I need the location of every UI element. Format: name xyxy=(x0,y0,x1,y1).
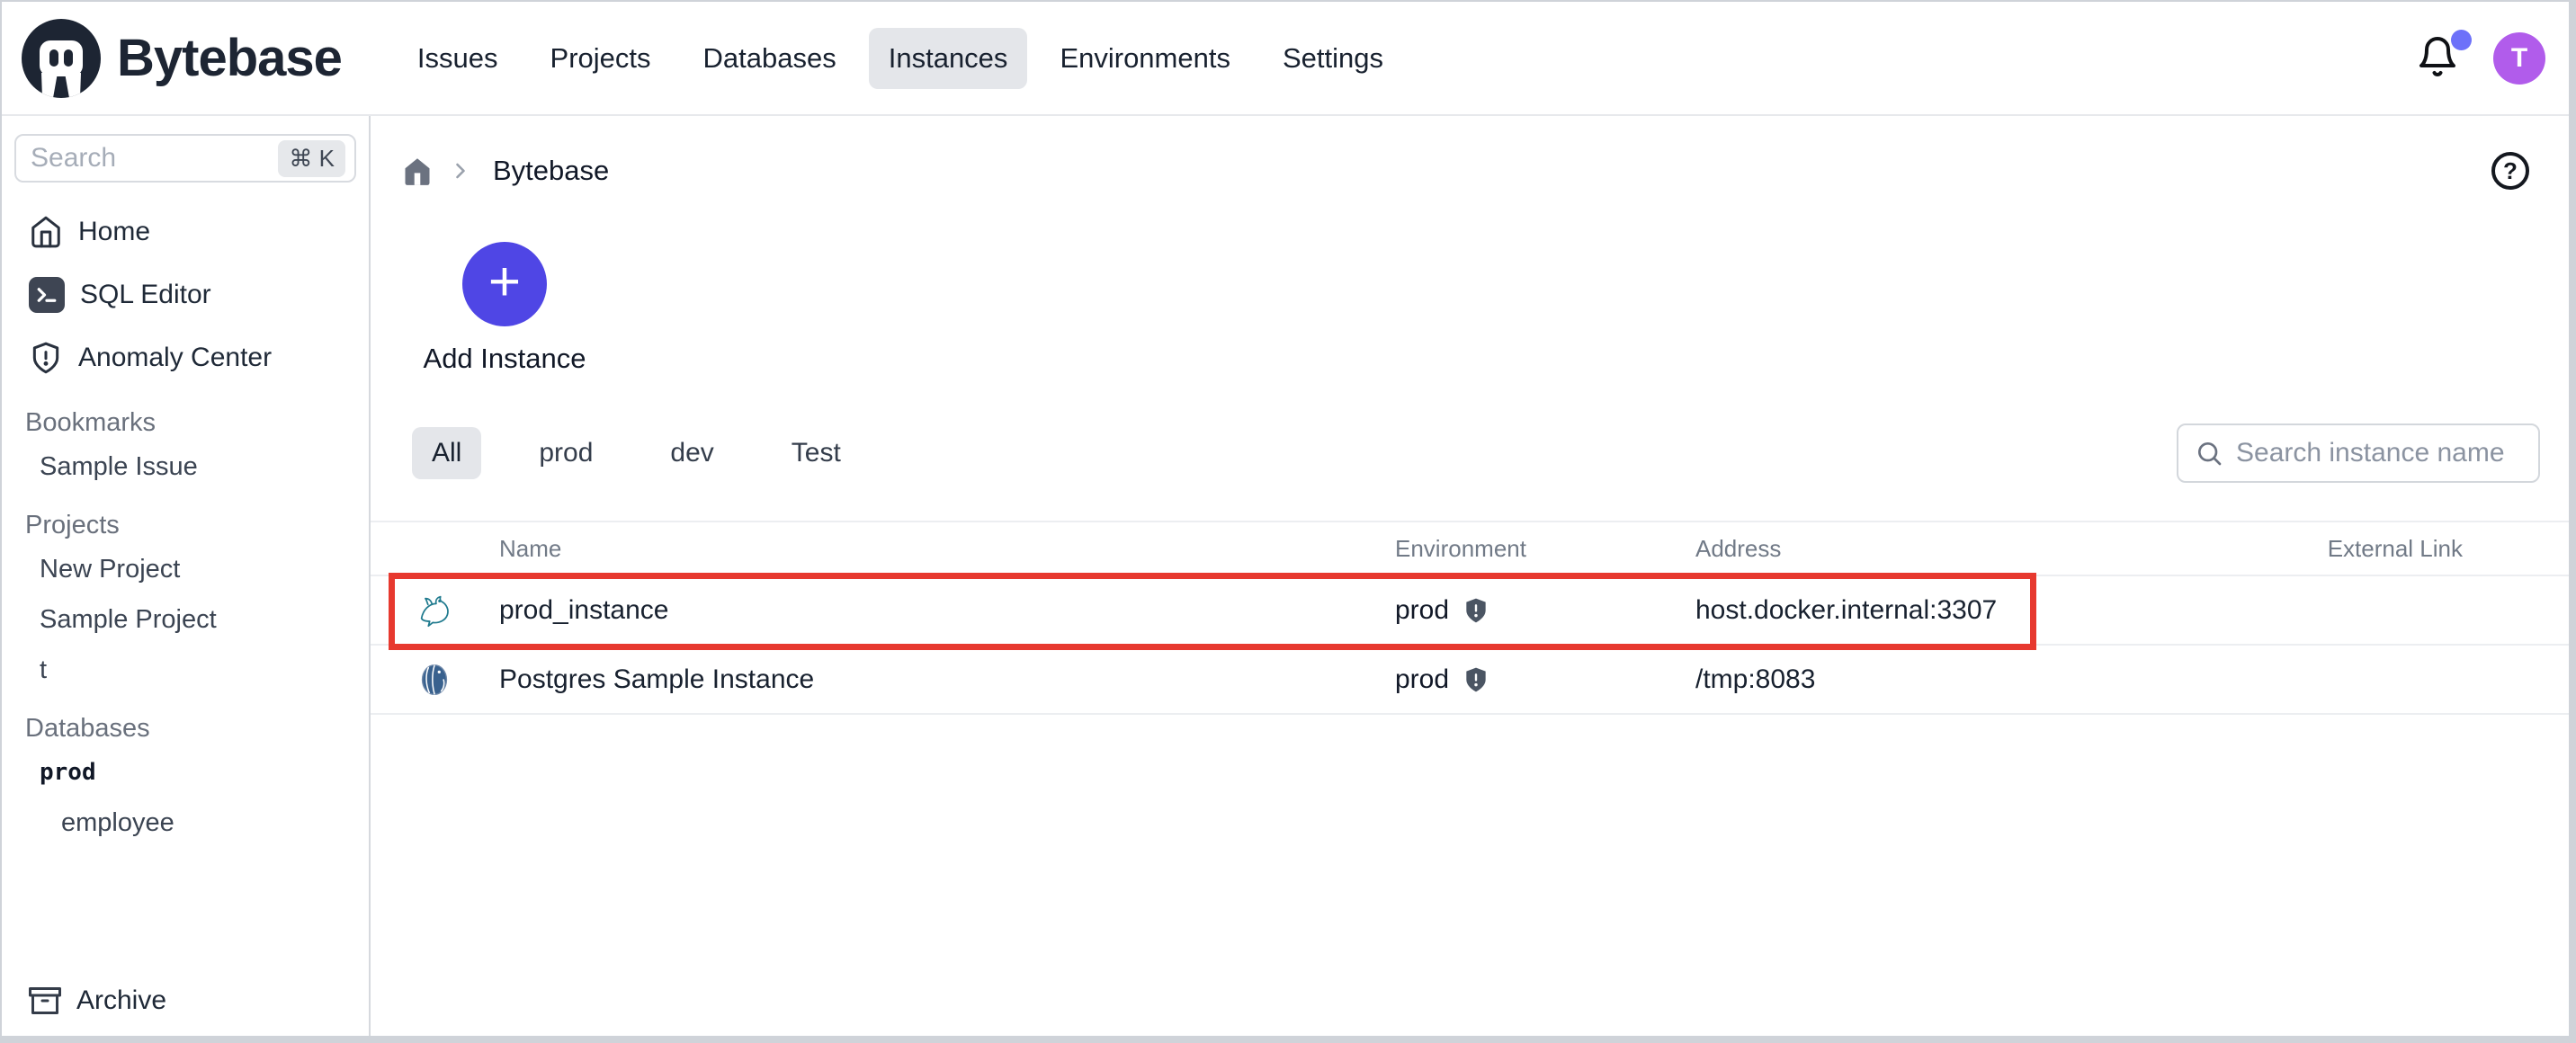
table-header-row: Name Environment Address External Link xyxy=(371,521,2569,576)
instance-address: host.docker.internal:3307 xyxy=(1695,594,1998,625)
section-title-projects: Projects xyxy=(25,510,120,539)
main-content: Bytebase ? + Add Instance All prod dev T… xyxy=(371,116,2569,1036)
postgres-elephant-icon xyxy=(414,659,455,700)
breadcrumb-home-button[interactable] xyxy=(401,155,434,187)
filter-tab-all[interactable]: All xyxy=(412,427,482,479)
add-instance-label: Add Instance xyxy=(423,343,586,374)
instance-address: /tmp:8083 xyxy=(1695,664,1816,694)
sidebar-item-sample-issue[interactable]: Sample Issue xyxy=(2,441,369,492)
environment-name: prod xyxy=(1395,664,1450,694)
nav-projects[interactable]: Projects xyxy=(531,28,671,89)
table-row-prod-instance[interactable]: prod_instance prod host.docker.internal:… xyxy=(371,576,2569,646)
breadcrumb: Bytebase ? xyxy=(401,152,2529,190)
instance-name[interactable]: prod_instance xyxy=(499,595,668,626)
search-icon xyxy=(2198,442,2222,466)
sidebar-search-input[interactable] xyxy=(31,143,270,174)
breadcrumb-current[interactable]: Bytebase xyxy=(493,155,609,187)
plus-icon[interactable]: + xyxy=(462,242,547,326)
column-header-address: Address xyxy=(1695,534,1782,562)
search-shortcut-badge: ⌘ K xyxy=(278,139,345,177)
table-row-postgres-sample-instance[interactable]: Postgres Sample Instance prod /tmp:8083 xyxy=(371,646,2569,715)
mysql-dolphin-icon xyxy=(414,590,455,631)
nav-databases[interactable]: Databases xyxy=(684,28,856,89)
bytebase-logo-icon xyxy=(22,18,101,98)
instance-table: Name Environment Address External Link p… xyxy=(371,521,2569,715)
instance-search-box[interactable] xyxy=(2177,423,2540,483)
instance-name[interactable]: Postgres Sample Instance xyxy=(499,664,814,695)
nav-instances[interactable]: Instances xyxy=(868,27,1028,89)
home-icon xyxy=(31,216,60,248)
sidebar-item-t[interactable]: t xyxy=(2,645,369,695)
home-filled-icon xyxy=(405,158,430,185)
sidebar-item-archive[interactable]: Archive xyxy=(2,973,367,1029)
column-header-external-link: External Link xyxy=(2327,534,2463,562)
main-nav: Issues Projects Databases Instances Envi… xyxy=(398,27,1403,89)
section-title-databases: Databases xyxy=(25,713,150,743)
filter-tab-prod[interactable]: prod xyxy=(519,427,613,479)
sidebar-item-sample-project[interactable]: Sample Project xyxy=(2,594,369,645)
sidebar-item-label: Home xyxy=(78,217,151,246)
sidebar-item-label: Archive xyxy=(76,985,167,1015)
add-instance-button[interactable]: + Add Instance xyxy=(419,242,590,375)
chevron-right-icon xyxy=(448,158,473,183)
sidebar-search[interactable]: ⌘ K xyxy=(14,134,356,183)
column-header-name: Name xyxy=(499,534,562,562)
bytebase-app-window: Bytebase Issues Projects Databases Insta… xyxy=(0,0,2576,1043)
sidebar-item-home[interactable]: Home xyxy=(2,201,369,263)
notifications-button[interactable] xyxy=(2416,29,2472,82)
top-nav-bar: Bytebase Issues Projects Databases Insta… xyxy=(2,2,2569,116)
section-title-bookmarks: Bookmarks xyxy=(25,407,157,437)
archive-icon xyxy=(29,987,61,1014)
sidebar-item-new-project[interactable]: New Project xyxy=(2,544,369,594)
sidebar-item-employee[interactable]: employee xyxy=(2,798,369,848)
sidebar-item-sql-editor[interactable]: SQL Editor xyxy=(2,263,369,326)
notification-dot xyxy=(2451,29,2472,50)
terminal-icon xyxy=(29,277,65,313)
instance-search-input[interactable] xyxy=(2236,438,2522,468)
filter-tab-test[interactable]: Test xyxy=(772,427,861,479)
environment-name: prod xyxy=(1395,594,1450,625)
sidebar-item-prod[interactable]: prod xyxy=(2,747,369,798)
avatar[interactable]: T xyxy=(2493,31,2545,85)
question-mark-icon: ? xyxy=(2503,156,2518,184)
brand-name: Bytebase xyxy=(117,29,343,87)
filter-tab-dev[interactable]: dev xyxy=(650,427,733,479)
nav-issues[interactable]: Issues xyxy=(398,28,518,89)
nav-environments[interactable]: Environments xyxy=(1040,28,1250,89)
sidebar-item-label: SQL Editor xyxy=(80,280,211,309)
shield-alert-icon xyxy=(32,342,59,374)
column-header-environment: Environment xyxy=(1395,534,1526,562)
help-button[interactable]: ? xyxy=(2491,152,2529,190)
nav-settings[interactable]: Settings xyxy=(1263,28,1403,89)
sidebar-nav: Home SQL Editor Anomaly Center xyxy=(2,201,369,389)
environment-filter-row: All prod dev Test xyxy=(412,423,2540,483)
top-nav-right: T xyxy=(2416,29,2545,85)
protected-environment-shield-icon xyxy=(1462,665,1490,694)
sidebar-item-label: Anomaly Center xyxy=(78,343,273,372)
bytebase-logo[interactable]: Bytebase xyxy=(18,15,343,102)
sidebar: ⌘ K Home SQL Editor xyxy=(2,116,371,1036)
sidebar-item-anomaly-center[interactable]: Anomaly Center xyxy=(2,326,369,389)
protected-environment-shield-icon xyxy=(1462,596,1490,625)
